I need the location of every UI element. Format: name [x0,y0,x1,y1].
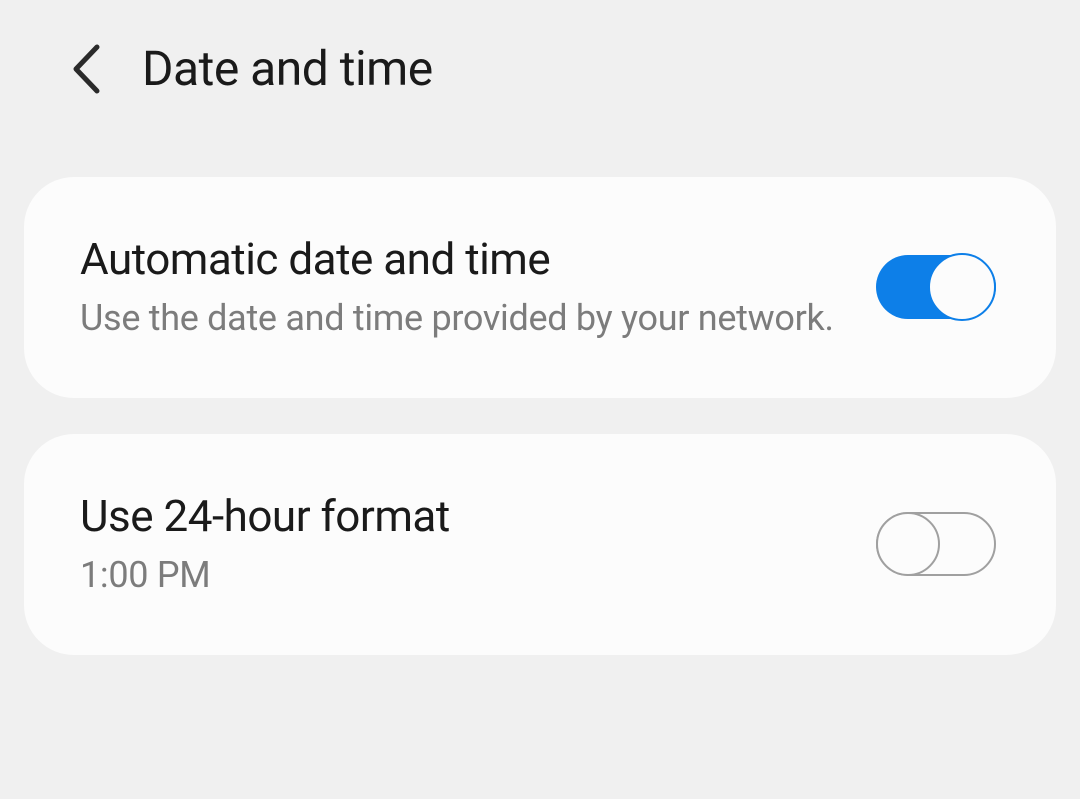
toggle-knob [876,512,940,576]
toggle-24-hour-format[interactable] [876,512,996,576]
setting-24-hour-format[interactable]: Use 24-hour format 1:00 PM [24,434,1056,655]
setting-subtitle: 1:00 PM [80,552,836,599]
page-title: Date and time [142,40,433,97]
setting-automatic-date-time[interactable]: Automatic date and time Use the date and… [24,177,1056,398]
toggle-automatic-date-time[interactable] [876,255,996,319]
setting-text: Automatic date and time Use the date and… [80,233,836,342]
setting-title: Automatic date and time [80,233,836,285]
setting-text: Use 24-hour format 1:00 PM [80,490,836,599]
header: Date and time [0,0,1080,147]
setting-title: Use 24-hour format [80,490,836,542]
back-icon[interactable] [70,43,102,95]
toggle-knob [928,253,996,321]
setting-subtitle: Use the date and time provided by your n… [80,295,836,342]
